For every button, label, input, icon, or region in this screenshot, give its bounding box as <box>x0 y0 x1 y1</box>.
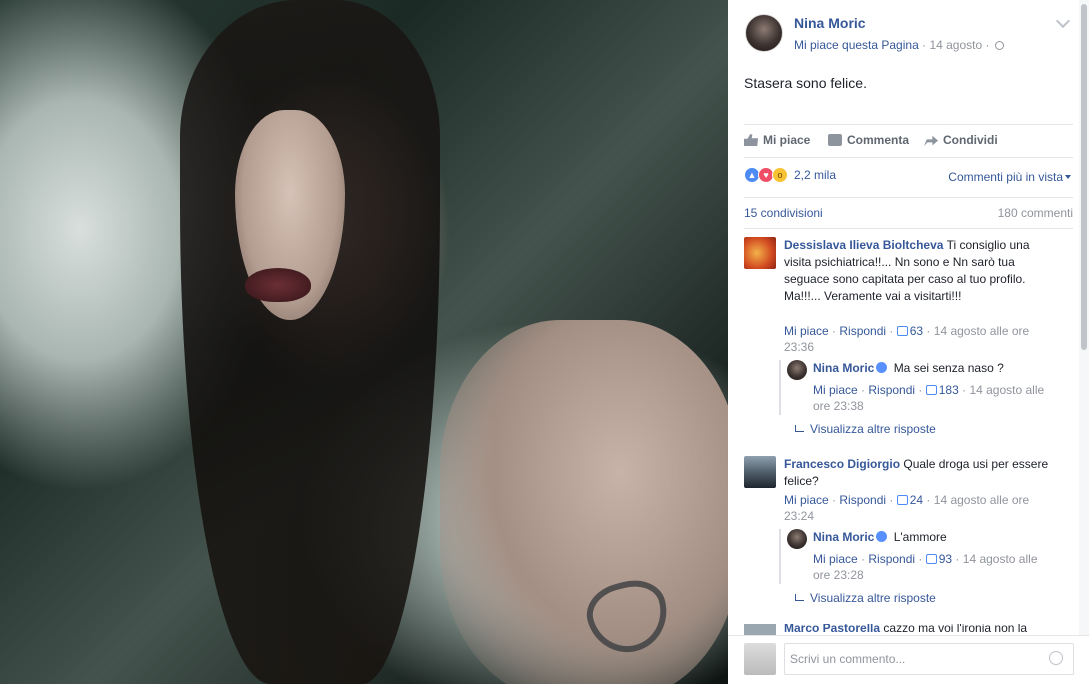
comment-button[interactable]: Commenta <box>828 133 909 147</box>
view-more-replies-link[interactable]: Visualizza altre risposte <box>795 422 936 436</box>
comment-like-count[interactable]: 63 <box>910 324 923 338</box>
like-count-icon <box>925 385 937 395</box>
like-button-label: Mi piace <box>763 133 811 147</box>
globe-icon <box>994 41 1004 50</box>
commenter-name[interactable]: Francesco Digiorgio <box>784 457 900 471</box>
view-more-replies-link[interactable]: Visualizza altre risposte <box>795 591 936 605</box>
view-more-replies-label: Visualizza altre risposte <box>810 422 936 436</box>
reply-like-count[interactable]: 93 <box>939 552 952 566</box>
comment-actions: Mi piace · Rispondi · 63 · 14 agosto all… <box>784 324 1030 354</box>
photo-arm-shape <box>440 320 728 684</box>
comment-actions: Mi piace · Rispondi · 24 · 14 agosto all… <box>784 493 1030 523</box>
comment-reply-link[interactable]: Rispondi <box>839 324 886 338</box>
reply-like-count[interactable]: 183 <box>939 383 959 397</box>
comment-like-count[interactable]: 24 <box>910 493 923 507</box>
comment-body: Dessislava Ilieva Bioltcheva Ti consigli… <box>784 237 1059 305</box>
like-page-link[interactable]: Mi piace questa Pagina <box>794 38 919 52</box>
comment-text: cazzo ma voi l'ironia non la <box>883 624 1028 635</box>
like-count-icon <box>925 554 937 564</box>
meta-separator: · <box>922 38 927 52</box>
emoji-icon[interactable] <box>1049 651 1063 665</box>
photo-hair-shape <box>180 0 440 684</box>
scrollbar-thumb[interactable] <box>1081 4 1087 350</box>
meta-separator: · <box>985 38 990 52</box>
comment-body: Marco Pastorella cazzo ma voi l'ironia n… <box>784 624 1027 635</box>
divider <box>744 228 1073 229</box>
comment-input[interactable] <box>784 643 1074 675</box>
comments-count: 180 commenti <box>997 206 1073 220</box>
reply-avatar[interactable] <box>787 360 807 380</box>
share-button[interactable]: Condividi <box>924 133 998 147</box>
post-photo[interactable] <box>0 0 728 684</box>
reply-actions: Mi piace · Rispondi · 183 · 14 agosto al… <box>813 383 1045 413</box>
share-icon <box>924 135 938 146</box>
divider <box>744 197 1073 198</box>
divider <box>744 124 1073 125</box>
post-text: Stasera sono felice. <box>744 75 867 91</box>
commenter-name[interactable]: Dessislava Ilieva Bioltcheva <box>784 238 943 252</box>
verified-icon <box>876 362 888 373</box>
reply-like-link[interactable]: Mi piace <box>813 383 858 397</box>
wow-reaction-icon: o <box>772 167 788 183</box>
reply-item: Nina Moric L'ammore Mi piace · Rispondi … <box>779 529 1074 584</box>
reply-actions: Mi piace · Rispondi · 93 · 14 agosto all… <box>813 552 1038 582</box>
verified-icon <box>876 531 888 542</box>
divider <box>744 157 1073 158</box>
reply-text: L'ammore <box>893 530 947 544</box>
reply-item: Nina Moric Ma sei senza naso ? Mi piace … <box>779 360 1074 415</box>
reply-body: Nina Moric Ma sei senza naso ? <box>813 361 1004 375</box>
caret-down-icon <box>1065 175 1071 179</box>
share-button-label: Condividi <box>943 133 998 147</box>
post-date[interactable]: 14 agosto <box>929 38 982 52</box>
reply-reply-link[interactable]: Rispondi <box>868 552 915 566</box>
post-actions: Mi piace Commenta Condividi <box>744 133 1073 149</box>
comment-body: Francesco Digiorgio Quale droga usi per … <box>784 456 1059 490</box>
like-count-icon <box>896 326 908 336</box>
reply-author[interactable]: Nina Moric <box>813 361 874 375</box>
comment-sort-dropdown[interactable]: Commenti più in vista <box>948 170 1071 184</box>
reply-author[interactable]: Nina Moric <box>813 530 874 544</box>
shares-count[interactable]: 15 condivisioni <box>744 206 823 220</box>
comment-reply-link[interactable]: Rispondi <box>839 493 886 507</box>
commenter-avatar[interactable] <box>744 237 776 269</box>
commenter-name[interactable]: Marco Pastorella <box>784 624 880 635</box>
like-count-icon <box>896 495 908 505</box>
view-more-replies-label: Visualizza altre risposte <box>810 591 936 605</box>
comment-icon <box>828 134 842 146</box>
composer-avatar <box>744 643 776 675</box>
commenter-avatar[interactable] <box>744 456 776 488</box>
comments-panel: Nina Moric Mi piace questa Pagina · 14 a… <box>728 0 1089 684</box>
comment-button-label: Commenta <box>847 133 910 147</box>
author-avatar[interactable] <box>745 14 783 52</box>
photo-lips-shape <box>245 268 311 302</box>
chevron-down-icon[interactable] <box>1055 13 1071 29</box>
post-meta: Mi piace questa Pagina · 14 agosto · <box>794 38 1004 52</box>
comment-like-link[interactable]: Mi piace <box>784 324 829 338</box>
reactions-summary[interactable]: ▲ ♥ o 2,2 mila <box>744 167 836 183</box>
reactions-count[interactable]: 2,2 mila <box>794 168 836 182</box>
like-icon <box>744 134 758 146</box>
reply-text: Ma sei senza naso ? <box>893 361 1004 375</box>
reply-like-link[interactable]: Mi piace <box>813 552 858 566</box>
reply-avatar[interactable] <box>787 529 807 549</box>
reply-arrow-icon <box>795 425 804 432</box>
reply-body: Nina Moric L'ammore <box>813 530 947 544</box>
reply-arrow-icon <box>795 594 804 601</box>
like-button[interactable]: Mi piace <box>744 133 810 147</box>
author-name[interactable]: Nina Moric <box>794 15 866 31</box>
comment-like-link[interactable]: Mi piace <box>784 493 829 507</box>
comment-composer <box>728 635 1089 684</box>
comment-sort-label: Commenti più in vista <box>948 170 1063 184</box>
reply-reply-link[interactable]: Rispondi <box>868 383 915 397</box>
